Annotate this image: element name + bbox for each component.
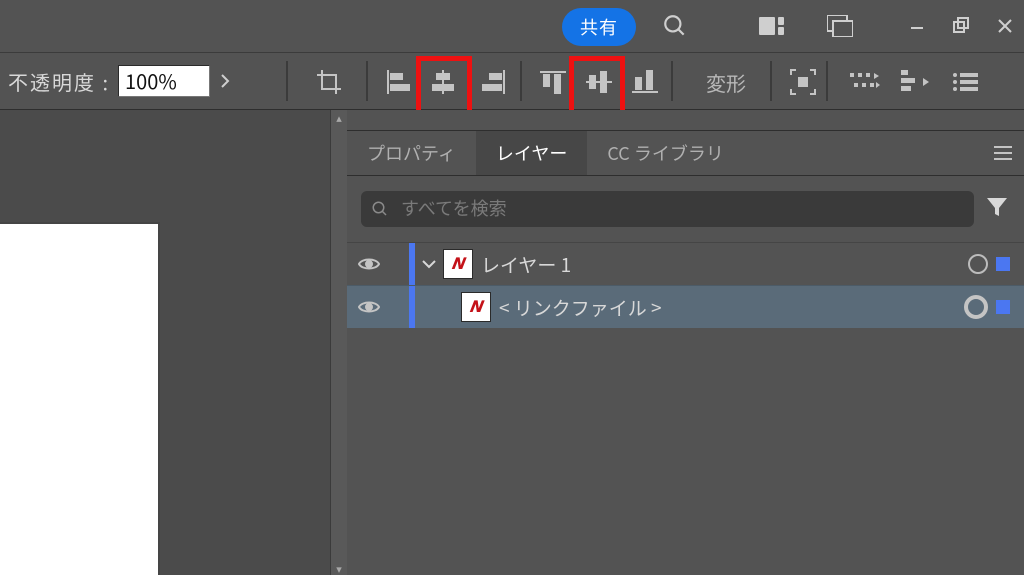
target-indicator[interactable] bbox=[968, 254, 988, 274]
tab-properties[interactable]: プロパティ bbox=[347, 131, 476, 175]
disclosure-toggle[interactable] bbox=[415, 259, 443, 269]
separator bbox=[671, 61, 673, 101]
separator bbox=[366, 61, 368, 101]
share-button[interactable]: 共有 bbox=[562, 8, 636, 46]
artboard[interactable] bbox=[0, 222, 160, 575]
opacity-stepper[interactable] bbox=[212, 66, 238, 96]
separator bbox=[770, 61, 772, 101]
funnel-icon bbox=[986, 196, 1008, 218]
main-area: ▴ ▾ プロパティ レイヤー CC ライブラリ bbox=[0, 110, 1024, 575]
control-bar: 不透明度 : 100% 変形 bbox=[0, 53, 1024, 110]
layer-color-stripe bbox=[409, 286, 415, 328]
align-bottom-icon bbox=[632, 70, 658, 94]
selection-swatch[interactable] bbox=[996, 257, 1010, 271]
panel-column: プロパティ レイヤー CC ライブラリ bbox=[347, 110, 1024, 575]
list-icon bbox=[952, 72, 978, 92]
eye-icon bbox=[358, 299, 380, 315]
distribute-icon bbox=[901, 70, 929, 94]
layer-row[interactable]: 𝗡 < リンクファイル > bbox=[347, 285, 1024, 328]
layer-row[interactable]: 𝗡 レイヤー 1 bbox=[347, 243, 1024, 285]
panel-menu-button[interactable] bbox=[990, 131, 1016, 175]
layer-thumbnail: 𝗡 bbox=[443, 249, 473, 279]
align-vertical-center-button[interactable] bbox=[578, 64, 620, 100]
isolate-icon bbox=[790, 69, 816, 95]
target-indicator[interactable] bbox=[964, 295, 988, 319]
layer-search-input[interactable] bbox=[399, 198, 964, 221]
minimize-button[interactable] bbox=[902, 0, 932, 52]
visibility-toggle[interactable] bbox=[347, 256, 391, 272]
scroll-down-icon[interactable]: ▾ bbox=[331, 561, 347, 575]
search-icon bbox=[662, 13, 688, 39]
layer-name[interactable]: < リンクファイル > bbox=[499, 294, 964, 321]
align-horizontal-center-button[interactable] bbox=[422, 64, 464, 100]
layers-panel: 𝗡 レイヤー 1 𝗡 < リンクファイル > bbox=[347, 243, 1024, 575]
document-arrange-button[interactable] bbox=[820, 0, 860, 52]
opacity-label: 不透明度 : bbox=[8, 67, 110, 96]
distribute-button[interactable] bbox=[894, 64, 936, 100]
isolate-button[interactable] bbox=[782, 64, 824, 100]
selection-swatch[interactable] bbox=[996, 300, 1010, 314]
opacity-input[interactable]: 100% bbox=[118, 65, 210, 97]
chevron-right-icon bbox=[219, 74, 231, 88]
maximize-button[interactable] bbox=[946, 0, 976, 52]
align-top-icon bbox=[540, 70, 566, 94]
panel-gripper[interactable] bbox=[347, 110, 1024, 131]
opacity-group: 不透明度 : 100% bbox=[8, 57, 238, 105]
align-hcenter-icon bbox=[430, 70, 456, 94]
align-right-button[interactable] bbox=[472, 64, 514, 100]
close-button[interactable] bbox=[990, 0, 1020, 52]
tab-cclibraries[interactable]: CC ライブラリ bbox=[587, 131, 743, 175]
app-bar: 共有 bbox=[0, 0, 1024, 53]
separator bbox=[826, 61, 828, 101]
align-left-icon bbox=[386, 70, 412, 94]
filter-button[interactable] bbox=[986, 196, 1010, 223]
tab-layers[interactable]: レイヤー bbox=[476, 131, 587, 175]
separator bbox=[286, 61, 288, 101]
align-vcenter-icon bbox=[586, 70, 612, 94]
workspace-toggle[interactable] bbox=[740, 0, 812, 52]
layer-search-field[interactable] bbox=[361, 191, 974, 227]
panel-tabs: プロパティ レイヤー CC ライブラリ bbox=[347, 131, 1024, 176]
align-panel-button[interactable] bbox=[844, 64, 886, 100]
layer-thumbnail: 𝗡 bbox=[461, 292, 491, 322]
transform-button[interactable]: 変形 bbox=[686, 64, 766, 100]
layer-search-row bbox=[347, 176, 1024, 243]
document-arrange-icon bbox=[827, 15, 853, 37]
align-right-icon bbox=[480, 70, 506, 94]
visibility-toggle[interactable] bbox=[347, 299, 391, 315]
align-bottom-button[interactable] bbox=[624, 64, 666, 100]
layer-name[interactable]: レイヤー 1 bbox=[481, 251, 968, 278]
appbar-search-button[interactable] bbox=[652, 0, 698, 52]
chevron-down-icon bbox=[422, 259, 436, 269]
hamburger-icon bbox=[994, 146, 1012, 160]
align-top-button[interactable] bbox=[532, 64, 574, 100]
align-left-button[interactable] bbox=[378, 64, 420, 100]
vertical-scrollbar[interactable]: ▴ ▾ bbox=[330, 110, 347, 575]
workspace-essentials-icon bbox=[759, 15, 793, 37]
search-icon bbox=[371, 200, 389, 218]
align-panel-icon bbox=[850, 71, 880, 93]
crop-button[interactable] bbox=[308, 64, 350, 100]
window-controls bbox=[902, 0, 1020, 52]
canvas-area[interactable]: ▴ ▾ bbox=[0, 110, 347, 575]
list-menu-button[interactable] bbox=[944, 64, 986, 100]
crop-icon bbox=[316, 69, 342, 95]
eye-icon bbox=[358, 256, 380, 272]
scroll-up-icon[interactable]: ▴ bbox=[331, 110, 347, 126]
separator bbox=[520, 61, 522, 101]
layers-empty-area bbox=[347, 328, 1024, 575]
